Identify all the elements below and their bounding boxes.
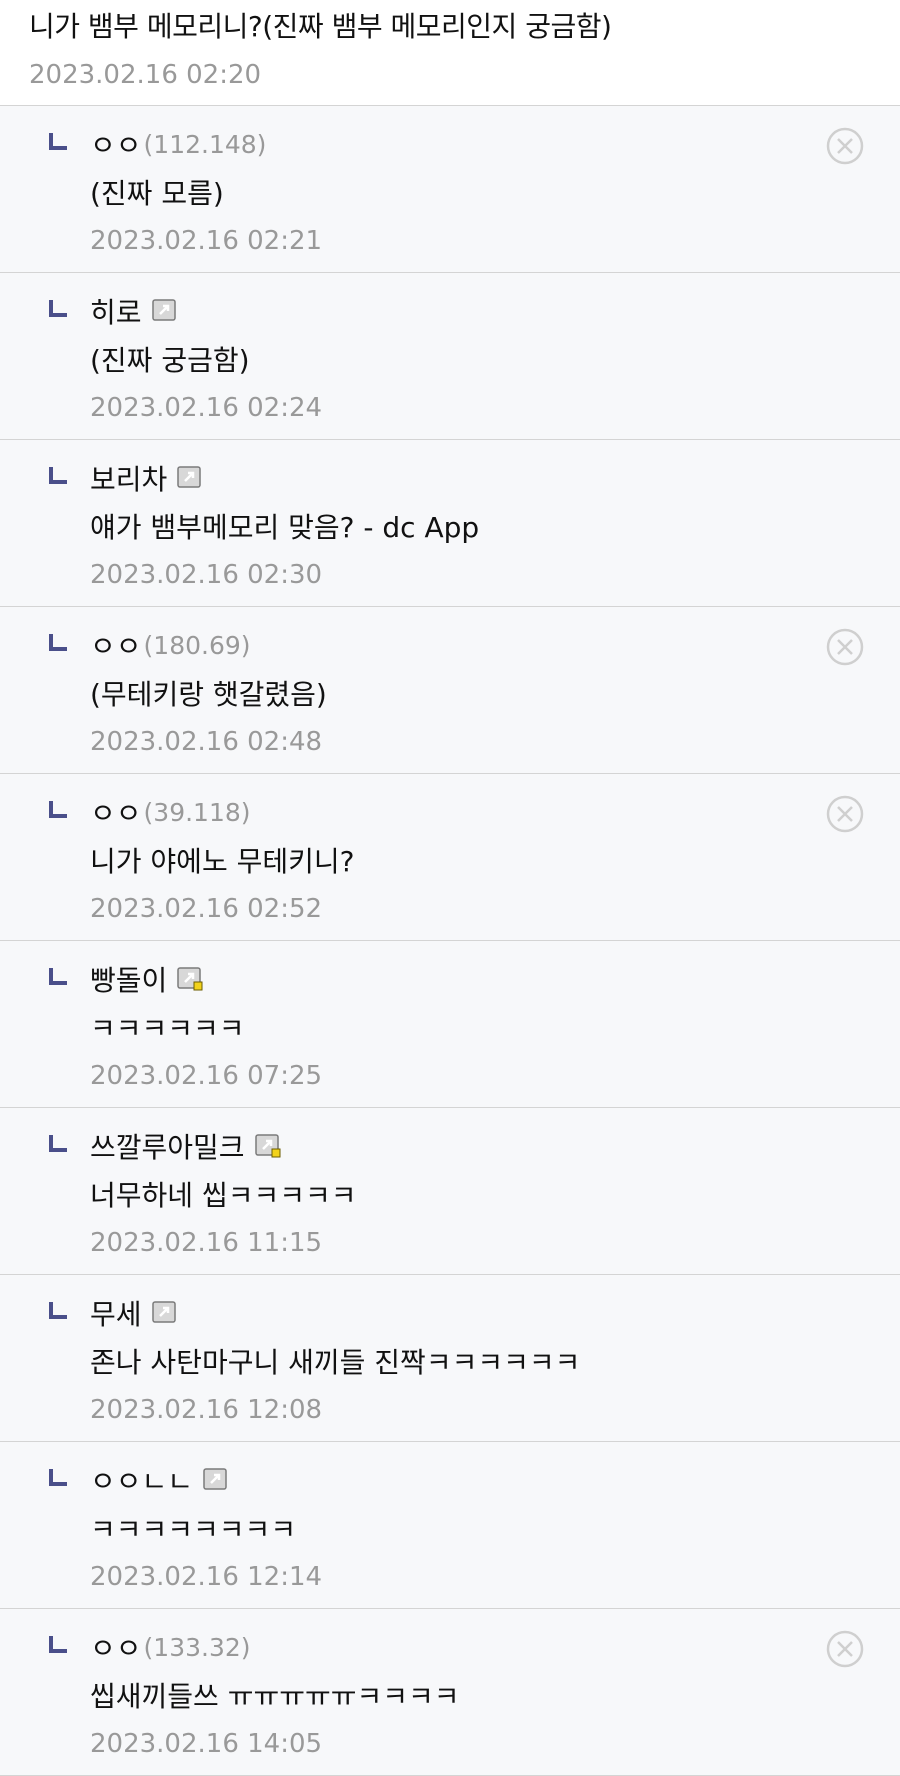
comment-text: 얘가 뱀부메모리 맞음? - dc App bbox=[90, 511, 480, 544]
reply-arrow-icon bbox=[49, 467, 67, 484]
post-date: 2023.02.16 02:20 bbox=[29, 60, 262, 90]
comment-author-name[interactable]: ㅇㅇ bbox=[90, 625, 142, 665]
post-header: 니가 뱀부 메모리니?(진짜 뱀부 메모리인지 궁금함) 2023.02.16 … bbox=[0, 0, 900, 106]
comment-item: 무세 존나 사탄마구니 새끼들 진짝ㅋㅋㅋㅋㅋㅋ 2023.02.16 12:0… bbox=[0, 1275, 900, 1442]
reply-arrow-icon bbox=[49, 801, 67, 818]
comment-text: 너무하네 씹ㅋㅋㅋㅋㅋ bbox=[90, 1179, 357, 1212]
comment-date: 2023.02.16 12:14 bbox=[90, 1562, 323, 1592]
reply-arrow-icon bbox=[49, 133, 67, 150]
comment-item: ㅇㅇ (112.148) (진짜 모름) 2023.02.16 02:21 bbox=[0, 106, 900, 273]
new-member-icon bbox=[254, 1134, 281, 1158]
comment-author-name[interactable]: 빵돌이 bbox=[90, 959, 167, 999]
comment-author-ip: (133.32) bbox=[143, 1632, 251, 1662]
gallery-member-icon bbox=[151, 299, 176, 321]
comment-author-row: 히로 bbox=[90, 293, 178, 329]
comment-author-row: 쓰깔루아밀크 bbox=[90, 1128, 281, 1164]
comment-item: 히로 (진짜 궁금함) 2023.02.16 02:24 bbox=[0, 273, 900, 440]
reply-arrow-icon bbox=[49, 300, 67, 317]
comment-author-row: ㅇㅇ (180.69) bbox=[90, 627, 251, 663]
gallery-member-icon bbox=[177, 466, 202, 488]
comment-author-row: 보리차 bbox=[90, 460, 203, 496]
comment-author-row: ㅇㅇ (112.148) bbox=[90, 126, 266, 162]
comment-text: 니가 야에노 무테키니? bbox=[90, 845, 355, 878]
new-member-icon bbox=[177, 967, 203, 991]
post-title: 니가 뱀부 메모리니?(진짜 뱀부 메모리인지 궁금함) bbox=[29, 10, 612, 43]
comment-author-name[interactable]: 무세 bbox=[90, 1293, 142, 1333]
comment-author-name[interactable]: ㅇㅇㄴㄴ bbox=[90, 1460, 193, 1500]
gallery-member-icon bbox=[151, 1301, 176, 1323]
comment-text: 존나 사탄마구니 새끼들 진짝ㅋㅋㅋㅋㅋㅋ bbox=[90, 1346, 581, 1379]
reply-arrow-icon bbox=[49, 1302, 67, 1319]
comment-item: ㅇㅇㄴㄴ ㅋㅋㅋㅋㅋㅋㅋㅋ 2023.02.16 12:14 bbox=[0, 1442, 900, 1609]
comment-date: 2023.02.16 02:48 bbox=[90, 727, 323, 757]
comment-author-name[interactable]: 히로 bbox=[90, 291, 142, 331]
comment-date: 2023.02.16 14:05 bbox=[90, 1729, 323, 1759]
comment-item: ㅇㅇ (39.118) 니가 야에노 무테키니? 2023.02.16 02:5… bbox=[0, 774, 900, 941]
delete-comment-button[interactable] bbox=[825, 794, 865, 834]
comment-author-row: 빵돌이 bbox=[90, 961, 203, 997]
comment-author-name[interactable]: ㅇㅇ bbox=[90, 124, 142, 164]
reply-arrow-icon bbox=[49, 968, 67, 985]
comment-text: ㅋㅋㅋㅋㅋㅋ bbox=[90, 1012, 245, 1045]
comment-text: (무테키랑 햇갈렸음) bbox=[90, 678, 327, 711]
reply-arrow-icon bbox=[49, 634, 67, 651]
comment-date: 2023.02.16 02:52 bbox=[90, 894, 323, 924]
delete-comment-button[interactable] bbox=[825, 126, 865, 166]
comment-author-name[interactable]: ㅇㅇ bbox=[90, 1627, 142, 1667]
comment-author-ip: (180.69) bbox=[143, 630, 251, 660]
comment-list: ㅇㅇ (112.148) (진짜 모름) 2023.02.16 02:21 히로… bbox=[0, 106, 900, 1776]
comment-author-name[interactable]: ㅇㅇ bbox=[90, 792, 142, 832]
reply-arrow-icon bbox=[49, 1135, 67, 1152]
comment-date: 2023.02.16 02:24 bbox=[90, 393, 323, 423]
comment-date: 2023.02.16 11:15 bbox=[90, 1228, 323, 1258]
comment-author-name[interactable]: 보리차 bbox=[90, 458, 167, 498]
gallery-member-icon bbox=[203, 1468, 227, 1490]
reply-arrow-icon bbox=[49, 1469, 67, 1486]
comment-text: (진짜 궁금함) bbox=[90, 344, 250, 377]
comment-item: ㅇㅇ (180.69) (무테키랑 햇갈렸음) 2023.02.16 02:48 bbox=[0, 607, 900, 774]
comment-author-row: ㅇㅇ (39.118) bbox=[90, 794, 251, 830]
comment-author-row: ㅇㅇ (133.32) bbox=[90, 1629, 251, 1665]
comment-text: (진짜 모름) bbox=[90, 177, 224, 210]
comment-date: 2023.02.16 12:08 bbox=[90, 1395, 323, 1425]
comment-date: 2023.02.16 02:30 bbox=[90, 560, 323, 590]
comment-date: 2023.02.16 02:21 bbox=[90, 226, 323, 256]
comment-text: 씹새끼들쓰 ㅠㅠㅠㅠㅠㅋㅋㅋㅋ bbox=[90, 1680, 460, 1713]
comment-author-row: ㅇㅇㄴㄴ bbox=[90, 1462, 229, 1498]
comment-item: ㅇㅇ (133.32) 씹새끼들쓰 ㅠㅠㅠㅠㅠㅋㅋㅋㅋ 2023.02.16 1… bbox=[0, 1609, 900, 1776]
comment-author-row: 무세 bbox=[90, 1295, 178, 1331]
comment-text: ㅋㅋㅋㅋㅋㅋㅋㅋ bbox=[90, 1513, 297, 1546]
comment-item: 쓰깔루아밀크 너무하네 씹ㅋㅋㅋㅋㅋ 2023.02.16 11:15 bbox=[0, 1108, 900, 1275]
comment-item: 빵돌이 ㅋㅋㅋㅋㅋㅋ 2023.02.16 07:25 bbox=[0, 941, 900, 1108]
comment-author-ip: (39.118) bbox=[143, 797, 251, 827]
comment-author-name[interactable]: 쓰깔루아밀크 bbox=[90, 1126, 245, 1166]
comment-item: 보리차 얘가 뱀부메모리 맞음? - dc App 2023.02.16 02:… bbox=[0, 440, 900, 607]
comment-date: 2023.02.16 07:25 bbox=[90, 1061, 323, 1091]
delete-comment-button[interactable] bbox=[825, 627, 865, 667]
delete-comment-button[interactable] bbox=[825, 1629, 865, 1669]
reply-arrow-icon bbox=[49, 1636, 67, 1653]
comment-author-ip: (112.148) bbox=[143, 129, 267, 159]
